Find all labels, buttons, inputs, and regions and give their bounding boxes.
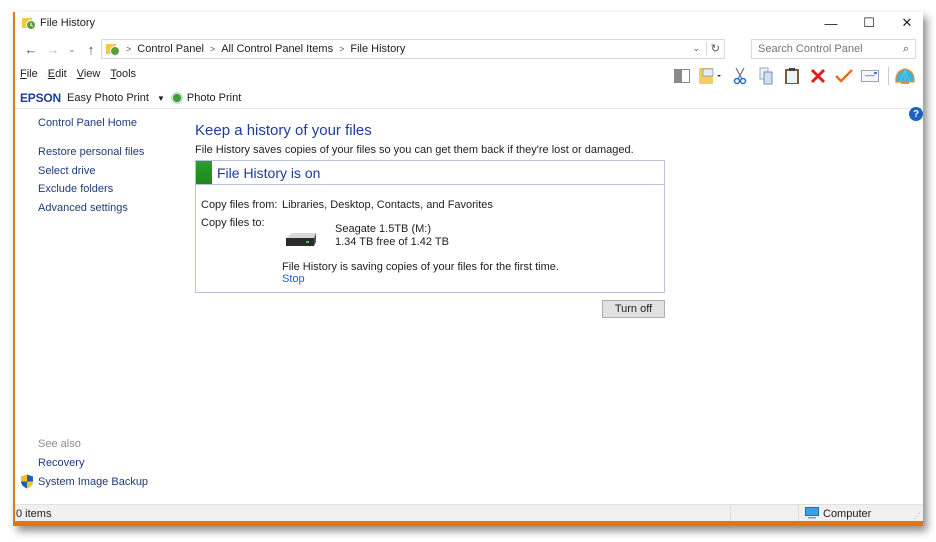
item-count: 0 items	[16, 508, 52, 520]
breadcrumb-separator-icon: >	[339, 44, 345, 54]
easy-photo-print-dropdown-icon[interactable]: ▼	[157, 94, 165, 103]
page-title: Keep a history of your files	[195, 122, 372, 139]
file-history-location-icon	[106, 44, 120, 56]
file-history-window: File History — ☐ ✕ ← → ⌄ ↑ > Control Pan…	[13, 12, 923, 526]
close-button[interactable]: ✕	[889, 12, 925, 34]
toolbar-divider-line	[15, 108, 923, 109]
up-button[interactable]: ↑	[83, 40, 99, 58]
epson-toolbar: EPSON Easy Photo Print ▼ Photo Print	[20, 90, 241, 106]
sidebar-restore-personal-files[interactable]: Restore personal files	[38, 146, 144, 158]
folder-properties-icon[interactable]	[696, 65, 726, 87]
breadcrumb-all-items[interactable]: All Control Panel Items	[221, 43, 333, 55]
breadcrumb-control-panel[interactable]: Control Panel	[137, 43, 204, 55]
copy-to-label: Copy files to:	[201, 217, 265, 229]
sidebar-exclude-folders[interactable]: Exclude folders	[38, 183, 113, 195]
copy-from-value: Libraries, Desktop, Contacts, and Favori…	[282, 199, 493, 211]
menu-bar: File Edit View Tools	[20, 68, 146, 84]
status-bar: 0 items Computer ⋰	[15, 504, 923, 522]
shell-icon[interactable]	[893, 65, 917, 87]
drive-name: Seagate 1.5TB (M:)	[335, 223, 431, 235]
file-history-app-icon	[22, 18, 36, 30]
search-input[interactable]	[758, 43, 893, 55]
status-on-indicator	[196, 161, 212, 184]
breadcrumb-separator-icon: >	[126, 44, 132, 54]
photo-print-icon	[170, 92, 183, 104]
status-title: File History is on	[217, 165, 321, 181]
sidebar-recovery[interactable]: Recovery	[38, 457, 84, 469]
status-divider	[798, 505, 799, 522]
check-icon[interactable]	[832, 65, 856, 87]
menu-file[interactable]: File	[20, 68, 38, 84]
sidebar-advanced-settings[interactable]: Advanced settings	[38, 202, 128, 214]
drive-free-space: 1.34 TB free of 1.42 TB	[335, 236, 449, 248]
page-description: File History saves copies of your files …	[195, 144, 634, 156]
menu-edit[interactable]: Edit	[48, 68, 67, 84]
search-box[interactable]: ⌕	[751, 39, 916, 59]
copy-icon[interactable]	[754, 65, 778, 87]
saving-message: File History is saving copies of your fi…	[282, 261, 559, 273]
copy-from-label: Copy files from:	[201, 199, 278, 211]
stop-link[interactable]: Stop	[282, 273, 305, 285]
status-panel: File History is on Copy files from: Libr…	[195, 160, 665, 293]
photo-print-button[interactable]: Photo Print	[187, 92, 241, 104]
location-label: Computer	[823, 508, 872, 520]
toolbar	[670, 64, 919, 88]
toolbar-divider	[888, 67, 889, 85]
epson-logo: EPSON	[20, 91, 62, 105]
address-dropdown-icon[interactable]: ⌄	[692, 43, 700, 54]
turn-off-button[interactable]: Turn off	[602, 300, 665, 318]
menu-tools[interactable]: Tools	[110, 68, 136, 84]
recent-locations-button[interactable]: ⌄	[64, 40, 80, 58]
uac-shield-icon	[21, 474, 33, 489]
cut-icon[interactable]	[728, 65, 752, 87]
title-bar: File History — ☐ ✕	[15, 12, 923, 34]
refresh-icon[interactable]: ↻	[705, 42, 720, 55]
hard-drive-icon	[286, 233, 316, 246]
paste-icon[interactable]	[780, 65, 804, 87]
address-bar[interactable]: > Control Panel > All Control Panel Item…	[101, 39, 725, 59]
breadcrumb-file-history[interactable]: File History	[350, 43, 405, 55]
sidebar-system-image-backup[interactable]: System Image Backup	[38, 476, 148, 488]
window-title: File History	[40, 17, 96, 29]
forward-button[interactable]: →	[45, 40, 61, 58]
status-divider	[730, 505, 731, 522]
delete-icon[interactable]	[806, 65, 830, 87]
back-button[interactable]: ←	[23, 40, 39, 58]
email-icon[interactable]	[858, 65, 882, 87]
easy-photo-print-button[interactable]: Easy Photo Print	[67, 92, 149, 104]
help-icon[interactable]: ?	[909, 107, 923, 121]
status-panel-header: File History is on	[196, 161, 664, 185]
resize-grip-icon[interactable]: ⋰	[914, 512, 921, 520]
see-also-heading: See also	[38, 438, 81, 450]
layout-pane-icon[interactable]	[670, 65, 694, 87]
minimize-button[interactable]: —	[813, 12, 849, 34]
computer-icon	[805, 507, 819, 519]
menu-view[interactable]: View	[77, 68, 101, 84]
navigation-bar: ← → ⌄ ↑ > Control Panel > All Control Pa…	[15, 38, 923, 60]
sidebar-select-drive[interactable]: Select drive	[38, 165, 95, 177]
sidebar-control-panel-home[interactable]: Control Panel Home	[38, 117, 137, 129]
search-icon[interactable]: ⌕	[903, 43, 909, 56]
breadcrumb-separator-icon: >	[209, 44, 216, 54]
maximize-button[interactable]: ☐	[851, 12, 887, 34]
